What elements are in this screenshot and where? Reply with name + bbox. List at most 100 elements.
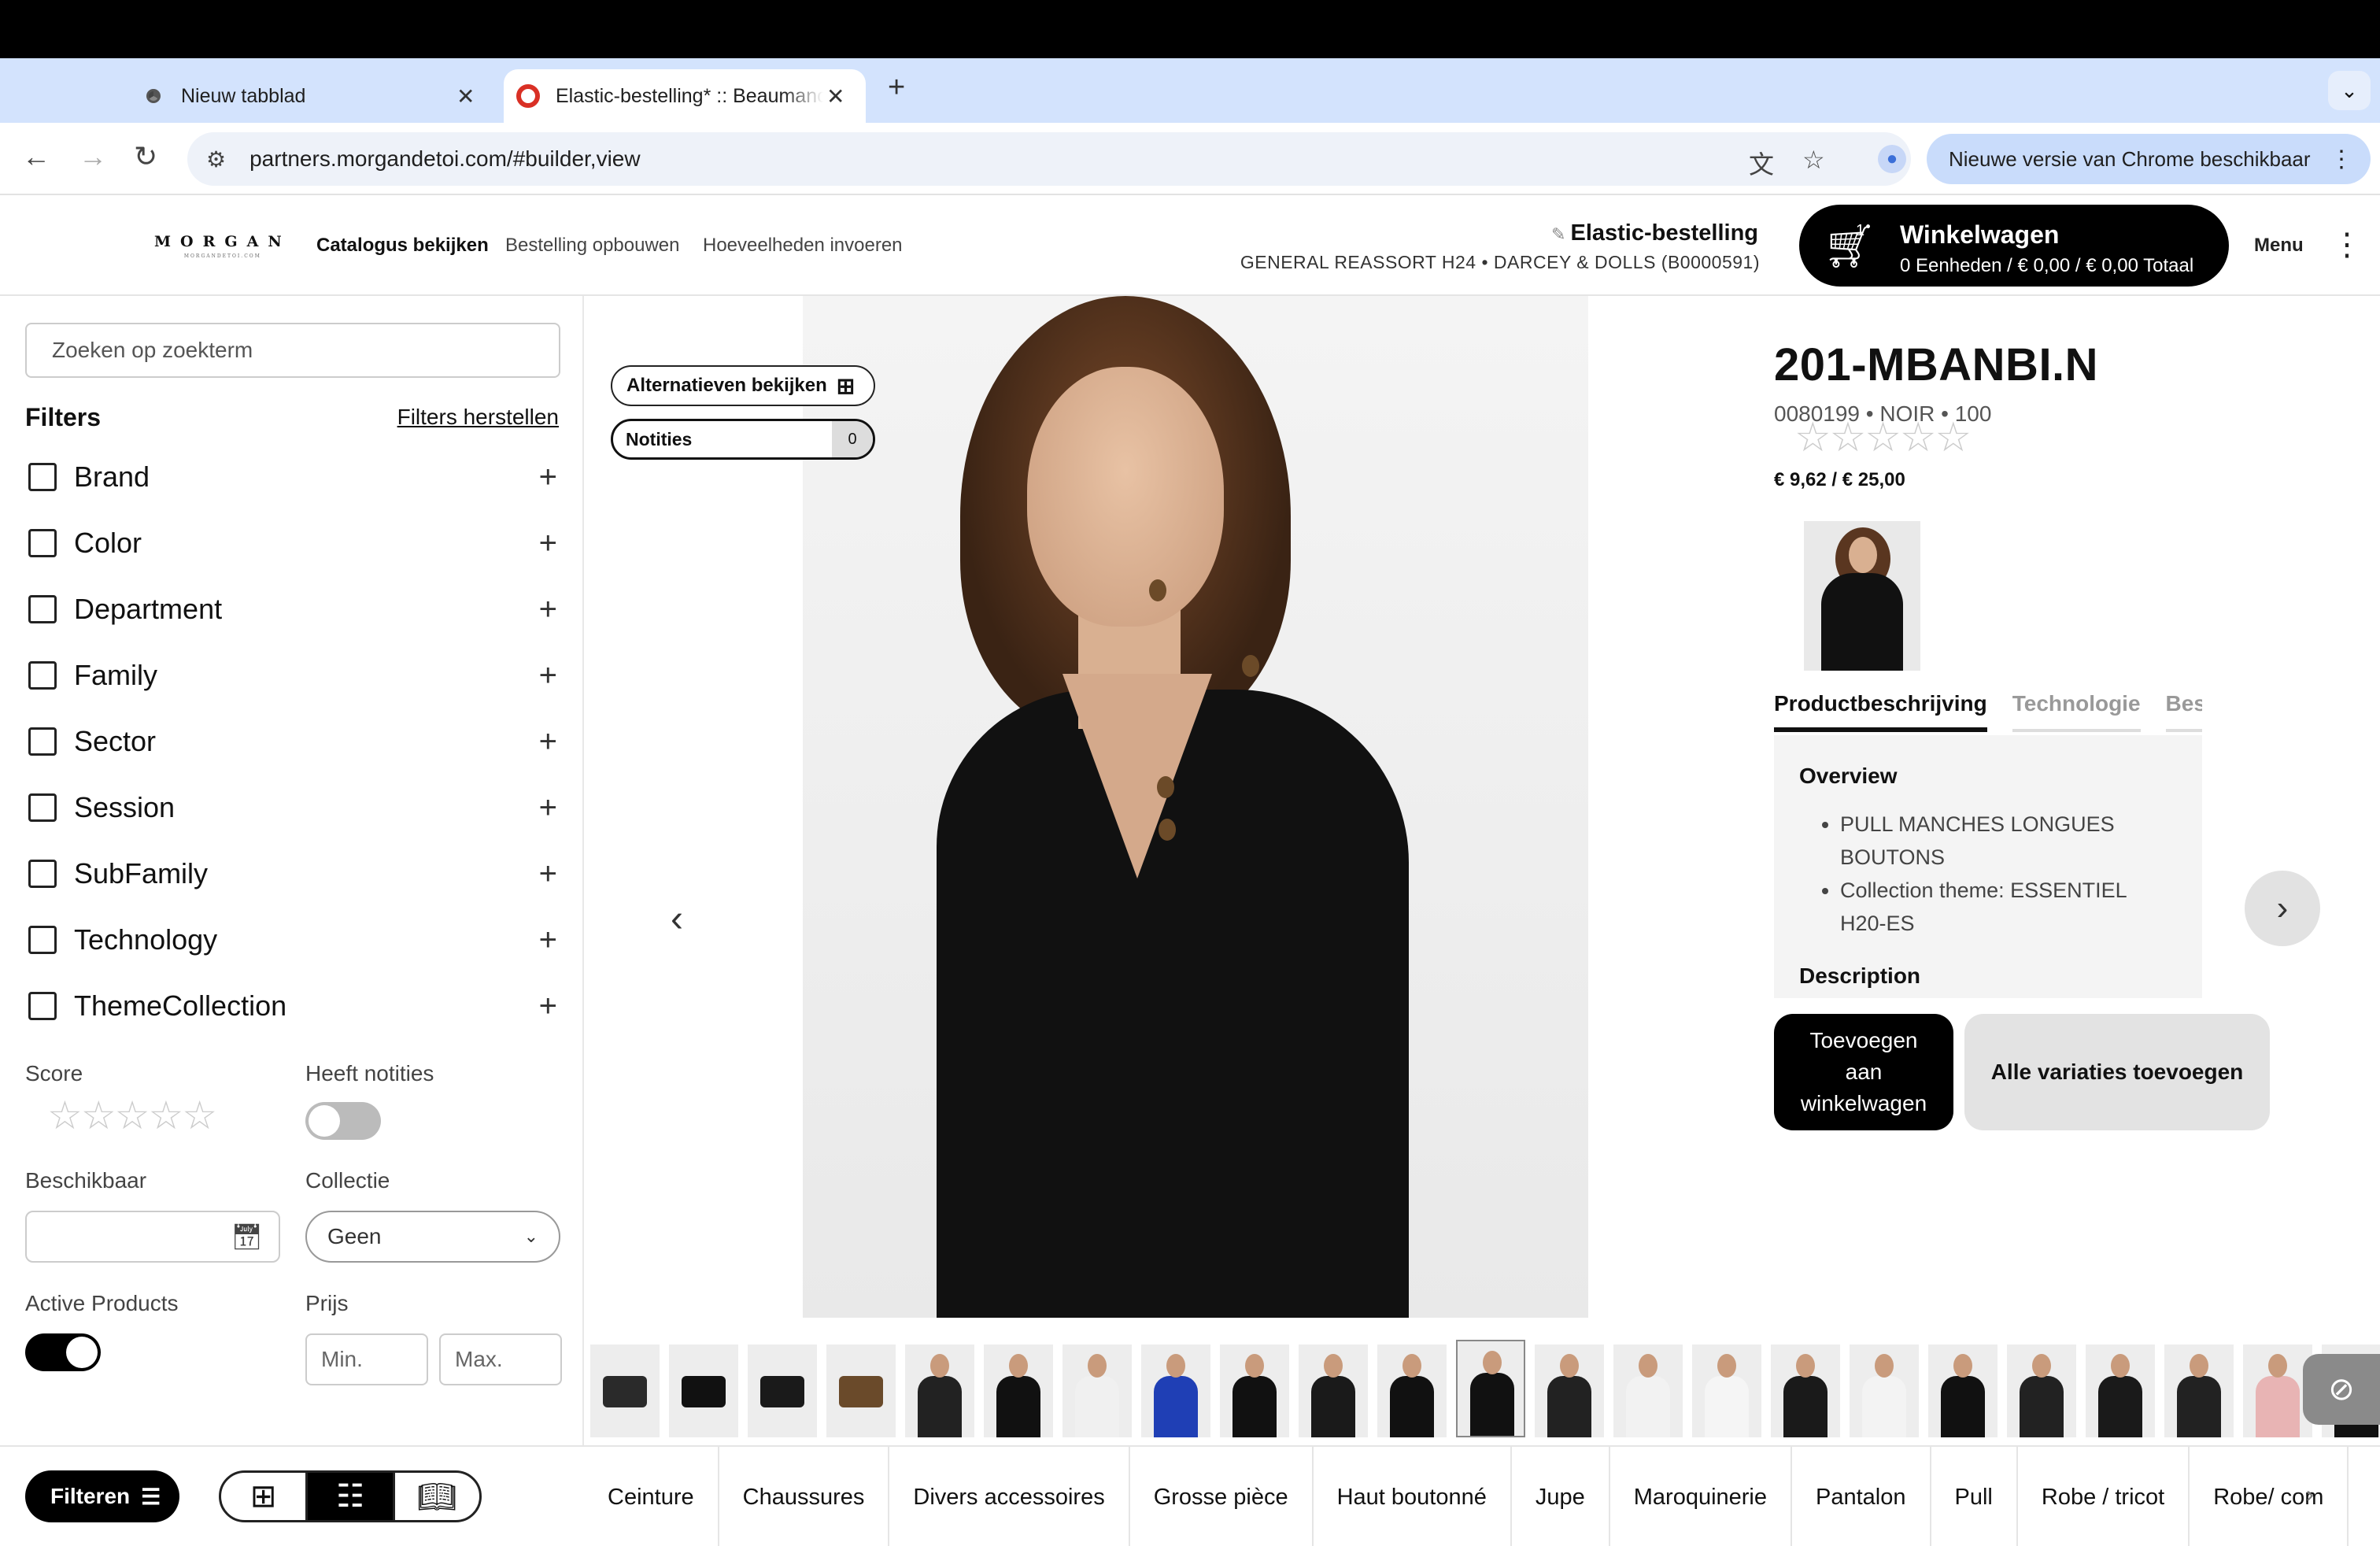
- collection-select[interactable]: Geen ⌄: [305, 1211, 560, 1263]
- thumbnail-leopard-scarf[interactable]: [826, 1344, 896, 1437]
- translate-icon[interactable]: 文: [1749, 145, 1774, 181]
- category-tab[interactable]: Maroquinerie: [1610, 1447, 1793, 1546]
- notes-button[interactable]: Notities 0: [611, 419, 875, 460]
- more-vert-icon[interactable]: ⋮: [2330, 146, 2353, 173]
- filter-session[interactable]: Session +: [28, 784, 557, 831]
- order-title[interactable]: ✎ Elastic-bestelling: [1551, 220, 1758, 246]
- thumbnail-cardigan-white[interactable]: [1850, 1344, 1919, 1437]
- checkbox[interactable]: [28, 595, 57, 623]
- category-tab[interactable]: Robe / tricot: [2018, 1447, 2190, 1546]
- new-tab-button[interactable]: +: [888, 71, 905, 105]
- category-tab[interactable]: Pull: [1931, 1447, 2018, 1546]
- checkbox[interactable]: [28, 727, 57, 756]
- thumbnail-scarf[interactable]: [748, 1344, 817, 1437]
- forward-icon[interactable]: →: [79, 140, 107, 173]
- expand-plus-icon[interactable]: +: [539, 856, 557, 892]
- thumbnail-cami-black[interactable]: [1377, 1344, 1447, 1437]
- checkbox[interactable]: [28, 529, 57, 557]
- view-alternatives-button[interactable]: Alternatieven bekijken ⊞: [611, 365, 875, 406]
- expand-plus-icon[interactable]: +: [539, 658, 557, 693]
- thumbnail-shirt-black[interactable]: [1299, 1344, 1368, 1437]
- filter-technology[interactable]: Technology +: [28, 916, 557, 963]
- add-to-cart-button[interactable]: Toevoegen aan winkelwagen: [1774, 1014, 1953, 1130]
- edit-pencil-icon[interactable]: ✎: [1551, 224, 1565, 244]
- thumbnail-belt[interactable]: [590, 1344, 660, 1437]
- filter-button[interactable]: Filteren ☰: [25, 1470, 179, 1522]
- next-product-button[interactable]: ›: [2245, 871, 2320, 946]
- score-stars-rating[interactable]: ☆☆☆☆☆: [47, 1093, 217, 1138]
- close-tab-icon[interactable]: ✕: [826, 83, 844, 109]
- tab-description[interactable]: Beschrijving: [2165, 691, 2202, 732]
- thumbnail-top-pink[interactable]: [2243, 1344, 2312, 1437]
- filter-sector[interactable]: Sector +: [28, 718, 557, 765]
- browser-tab-new[interactable]: Nieuw tabblad ✕: [142, 69, 488, 123]
- expand-plus-icon[interactable]: +: [539, 460, 557, 495]
- category-tab[interactable]: Robe/ com: [2190, 1447, 2349, 1546]
- thumbnail-sweater-white[interactable]: [1692, 1344, 1761, 1437]
- reload-icon[interactable]: ↻: [134, 140, 157, 173]
- expand-plus-icon[interactable]: +: [539, 790, 557, 826]
- close-tab-icon[interactable]: ✕: [456, 83, 475, 109]
- checkbox[interactable]: [28, 992, 57, 1020]
- filters-reset-link[interactable]: Filters herstellen: [397, 405, 559, 430]
- tab-technology[interactable]: Technologie: [2012, 691, 2141, 732]
- nav-enter-quantities[interactable]: Hoeveelheden invoeren: [703, 235, 903, 257]
- thumbnail-jacket-black[interactable]: [1535, 1344, 1604, 1437]
- checkbox[interactable]: [28, 463, 57, 491]
- filter-themecollection[interactable]: ThemeCollection +: [28, 982, 557, 1030]
- notes-toggle[interactable]: [305, 1102, 381, 1140]
- checkbox[interactable]: [28, 926, 57, 954]
- thumbnail-top-black[interactable]: [984, 1344, 1053, 1437]
- profile-avatar-icon[interactable]: ●: [1878, 145, 1906, 173]
- thumbnail-coat-fur[interactable]: [2164, 1344, 2234, 1437]
- url-text[interactable]: partners.morgandetoi.com/#builder,view: [249, 146, 640, 172]
- tab-search-button[interactable]: ⌄: [2328, 71, 2371, 110]
- chevron-right-icon[interactable]: ›: [2306, 1481, 2314, 1508]
- expand-plus-icon[interactable]: +: [539, 989, 557, 1024]
- thumbnail-top-white[interactable]: [1613, 1344, 1683, 1437]
- address-bar[interactable]: ⚙ partners.morgandetoi.com/#builder,view: [187, 132, 1911, 186]
- chrome-update-button[interactable]: Nieuwe versie van Chrome beschikbaar ⋮: [1927, 134, 2371, 184]
- available-date-input[interactable]: 📅︎: [25, 1211, 280, 1263]
- category-tab[interactable]: Chaussures: [719, 1447, 890, 1546]
- thumbnail-top-black-2[interactable]: [1220, 1344, 1289, 1437]
- nav-catalog[interactable]: Catalogus bekijken: [316, 235, 489, 257]
- filter-family[interactable]: Family +: [28, 652, 557, 699]
- thumbnail-coat-black[interactable]: [2086, 1344, 2155, 1437]
- thumbnail-sweater-black-selected[interactable]: [1456, 1340, 1525, 1437]
- hide-eye-icon[interactable]: ⊘: [2303, 1354, 2380, 1425]
- site-info-icon[interactable]: ⚙: [206, 146, 226, 172]
- cart-button[interactable]: 🛒︎ 1 Winkelwagen 0 Eenheden / € 0,00 / €…: [1799, 205, 2229, 287]
- thumbnail-top-lace-2[interactable]: [2007, 1344, 2076, 1437]
- expand-plus-icon[interactable]: +: [539, 592, 557, 627]
- search-input[interactable]: Zoeken op zoekterm: [25, 323, 560, 378]
- bookmark-star-icon[interactable]: ☆: [1802, 145, 1825, 175]
- expand-plus-icon[interactable]: +: [539, 724, 557, 760]
- category-tab[interactable]: Haut boutonné: [1314, 1447, 1512, 1546]
- expand-plus-icon[interactable]: +: [539, 923, 557, 958]
- product-variant-thumbnail[interactable]: [1804, 521, 1920, 671]
- product-rating-stars[interactable]: ☆☆☆☆☆: [1794, 414, 1972, 461]
- filter-color[interactable]: Color +: [28, 520, 557, 567]
- thumbnail-blouse-white[interactable]: [1062, 1344, 1132, 1437]
- category-tab[interactable]: Pantalon: [1792, 1447, 1931, 1546]
- previous-image-icon[interactable]: ‹: [671, 897, 683, 941]
- active-products-toggle[interactable]: [25, 1333, 101, 1371]
- list-view-icon[interactable]: ☷: [308, 1473, 395, 1520]
- nav-build-order[interactable]: Bestelling opbouwen: [505, 235, 680, 257]
- price-min-input[interactable]: Min.: [305, 1333, 428, 1385]
- filter-brand[interactable]: Brand +: [28, 453, 557, 501]
- checkbox[interactable]: [28, 793, 57, 822]
- checkbox[interactable]: [28, 860, 57, 888]
- thumbnail-tee-black[interactable]: [1928, 1344, 1998, 1437]
- menu-button[interactable]: Menu: [2254, 235, 2304, 257]
- category-tab[interactable]: Divers accessoires: [889, 1447, 1130, 1546]
- thumbnail-sweater-blue[interactable]: [1141, 1344, 1210, 1437]
- brand-logo[interactable]: MORGAN MORGANDETOI.COM: [154, 233, 291, 259]
- category-tab[interactable]: Ceinture: [584, 1447, 719, 1546]
- menu-more-icon[interactable]: ⋮: [2331, 227, 2363, 263]
- category-tab[interactable]: Grosse pièce: [1130, 1447, 1314, 1546]
- thumbnail-top-lace[interactable]: [905, 1344, 974, 1437]
- calendar-icon[interactable]: 📅︎: [231, 1222, 263, 1252]
- expand-plus-icon[interactable]: +: [539, 526, 557, 561]
